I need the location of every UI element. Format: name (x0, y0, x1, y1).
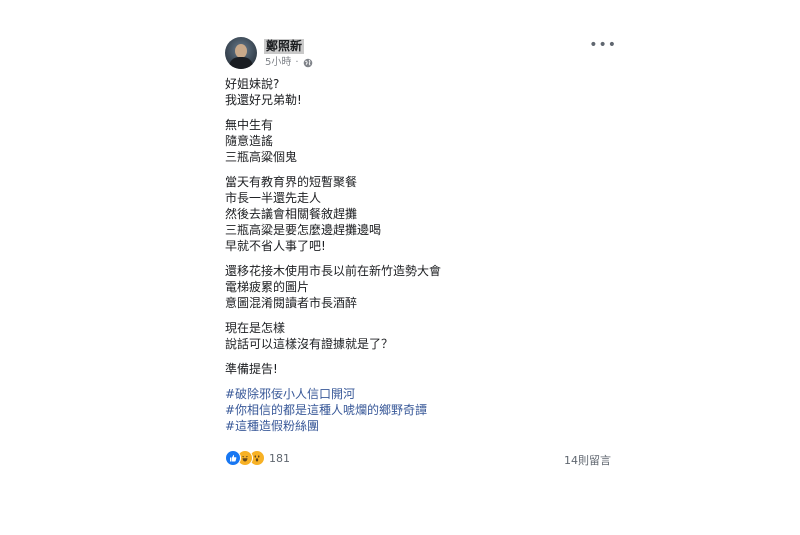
post-header: 鄭照新 5小時 · ••• (213, 30, 625, 70)
meta-separator: · (295, 57, 299, 68)
post-footer: 181 14則留言 (213, 450, 625, 470)
post-paragraph: 無中生有隨意造謠三瓶高粱個鬼 (225, 117, 625, 165)
facebook-post: 鄭照新 5小時 · ••• 好姐妹說? 我還好兄弟勒! 無中生有隨意造謠三瓶高粱個鬼… (213, 30, 625, 470)
globe-icon[interactable] (303, 58, 313, 68)
avatar[interactable] (225, 37, 257, 69)
reaction-count: 181 (269, 451, 290, 465)
post-paragraph: 還移花接木使用市長以前在新竹造勢大會 電梯疲累的圖片意圖混淆閱讀者市長酒醉 (225, 263, 625, 311)
post-text-line: 好姐妹說? (225, 77, 280, 91)
post-text-line: 電梯疲累的圖片 (225, 280, 310, 294)
post-text-line: 無中生有 (225, 118, 274, 132)
post-body: 好姐妹說? 我還好兄弟勒! 無中生有隨意造謠三瓶高粱個鬼當天有教育界的短暫聚餐 市長一… (213, 76, 625, 434)
comments-count-link[interactable]: 14則留言 (564, 452, 611, 468)
post-text-line: 當天有教育界的短暫聚餐 (225, 175, 358, 189)
post-text-line: 三瓶高粱是要怎麼邊趕攤邊喝 (225, 223, 382, 237)
post-text-line: 三瓶高粱個鬼 (225, 150, 298, 164)
hashtag-list: #破除邪佞小人信口開河 #你相信的都是這種人唬爛的鄉野奇譚 #這種造假粉絲團 (225, 386, 625, 434)
post-text-line: 隨意造謠 (225, 134, 274, 148)
post-meta: 5小時 · (265, 57, 313, 69)
post-paragraph: 好姐妹說? 我還好兄弟勒! (225, 76, 625, 108)
post-text-line: 然後去議會相關餐敘趕攤 (225, 207, 358, 221)
like-icon (225, 450, 241, 466)
post-paragraph: 現在是怎樣說話可以這樣沒有證據就是了？ (225, 320, 625, 352)
post-text-line: 意圖混淆閱讀者市長酒醉 (225, 296, 358, 310)
avatar-face (235, 44, 247, 58)
post-text-line: 說話可以這樣沒有證據就是了？ (225, 337, 394, 351)
post-paragraph: 準備提告! (225, 361, 625, 377)
avatar-suit (229, 57, 253, 69)
post-paragraph: 當天有教育界的短暫聚餐 市長一半還先走人然後去議會相關餐敘趕攤三瓶高粱是要怎麼邊趕… (225, 174, 625, 254)
post-text-line: 市長一半還先走人 (225, 191, 322, 205)
post-text-line: 我還好兄弟勒! (225, 93, 302, 107)
hashtag-link[interactable]: #這種造假粉絲團 (225, 418, 625, 434)
author-name[interactable]: 鄭照新 (264, 39, 305, 54)
post-timestamp[interactable]: 5小時 (265, 57, 291, 69)
post-text-line: 早就不省人事了吧! (225, 239, 326, 253)
hashtag-link[interactable]: #你相信的都是這種人唬爛的鄉野奇譚 (225, 402, 625, 418)
hashtag-link[interactable]: #破除邪佞小人信口開河 (225, 386, 625, 402)
post-text-line: 準備提告! (225, 362, 278, 376)
more-options-button[interactable]: ••• (589, 38, 617, 52)
post-text-line: 現在是怎樣 (225, 321, 286, 335)
post-text-line: 還移花接木使用市長以前在新竹造勢大會 (225, 264, 442, 278)
